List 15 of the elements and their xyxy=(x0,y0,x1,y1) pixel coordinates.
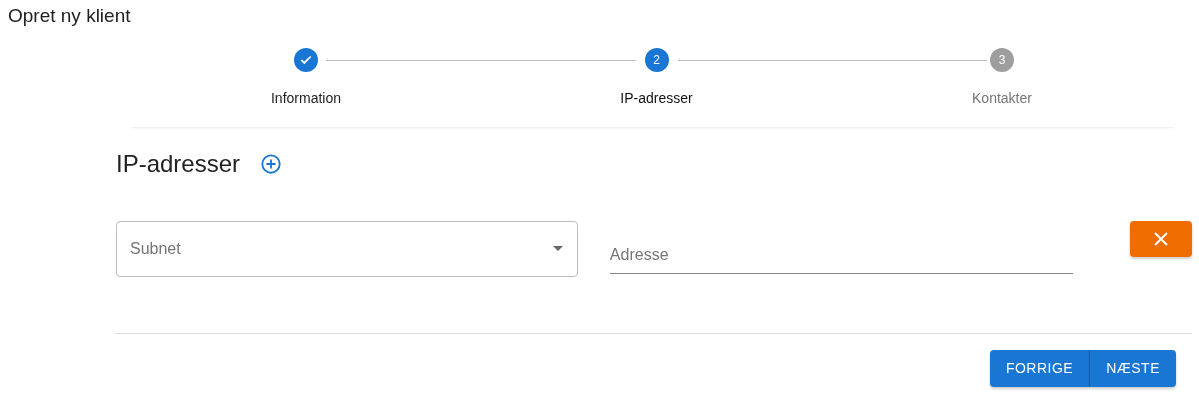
close-icon xyxy=(1153,232,1168,246)
subnet-select[interactable]: Subnet xyxy=(116,221,578,277)
page-title: Opret ny klient xyxy=(7,4,132,28)
previous-button[interactable]: FORRIGE xyxy=(989,350,1091,387)
step-number[interactable]: 3 xyxy=(990,48,1014,72)
step-label[interactable]: Kontakter xyxy=(971,88,1033,109)
add-icon[interactable] xyxy=(260,153,283,175)
caret-icon xyxy=(552,246,563,251)
section-heading: IP-adresser xyxy=(116,149,241,179)
check-step-icon[interactable] xyxy=(294,48,318,72)
step-label[interactable]: IP-adresser xyxy=(619,88,694,109)
next-button[interactable]: NÆSTE xyxy=(1090,350,1176,387)
step-number[interactable]: 2 xyxy=(644,48,669,72)
step-label[interactable]: Information xyxy=(270,88,342,109)
delete-button[interactable] xyxy=(1129,221,1192,257)
